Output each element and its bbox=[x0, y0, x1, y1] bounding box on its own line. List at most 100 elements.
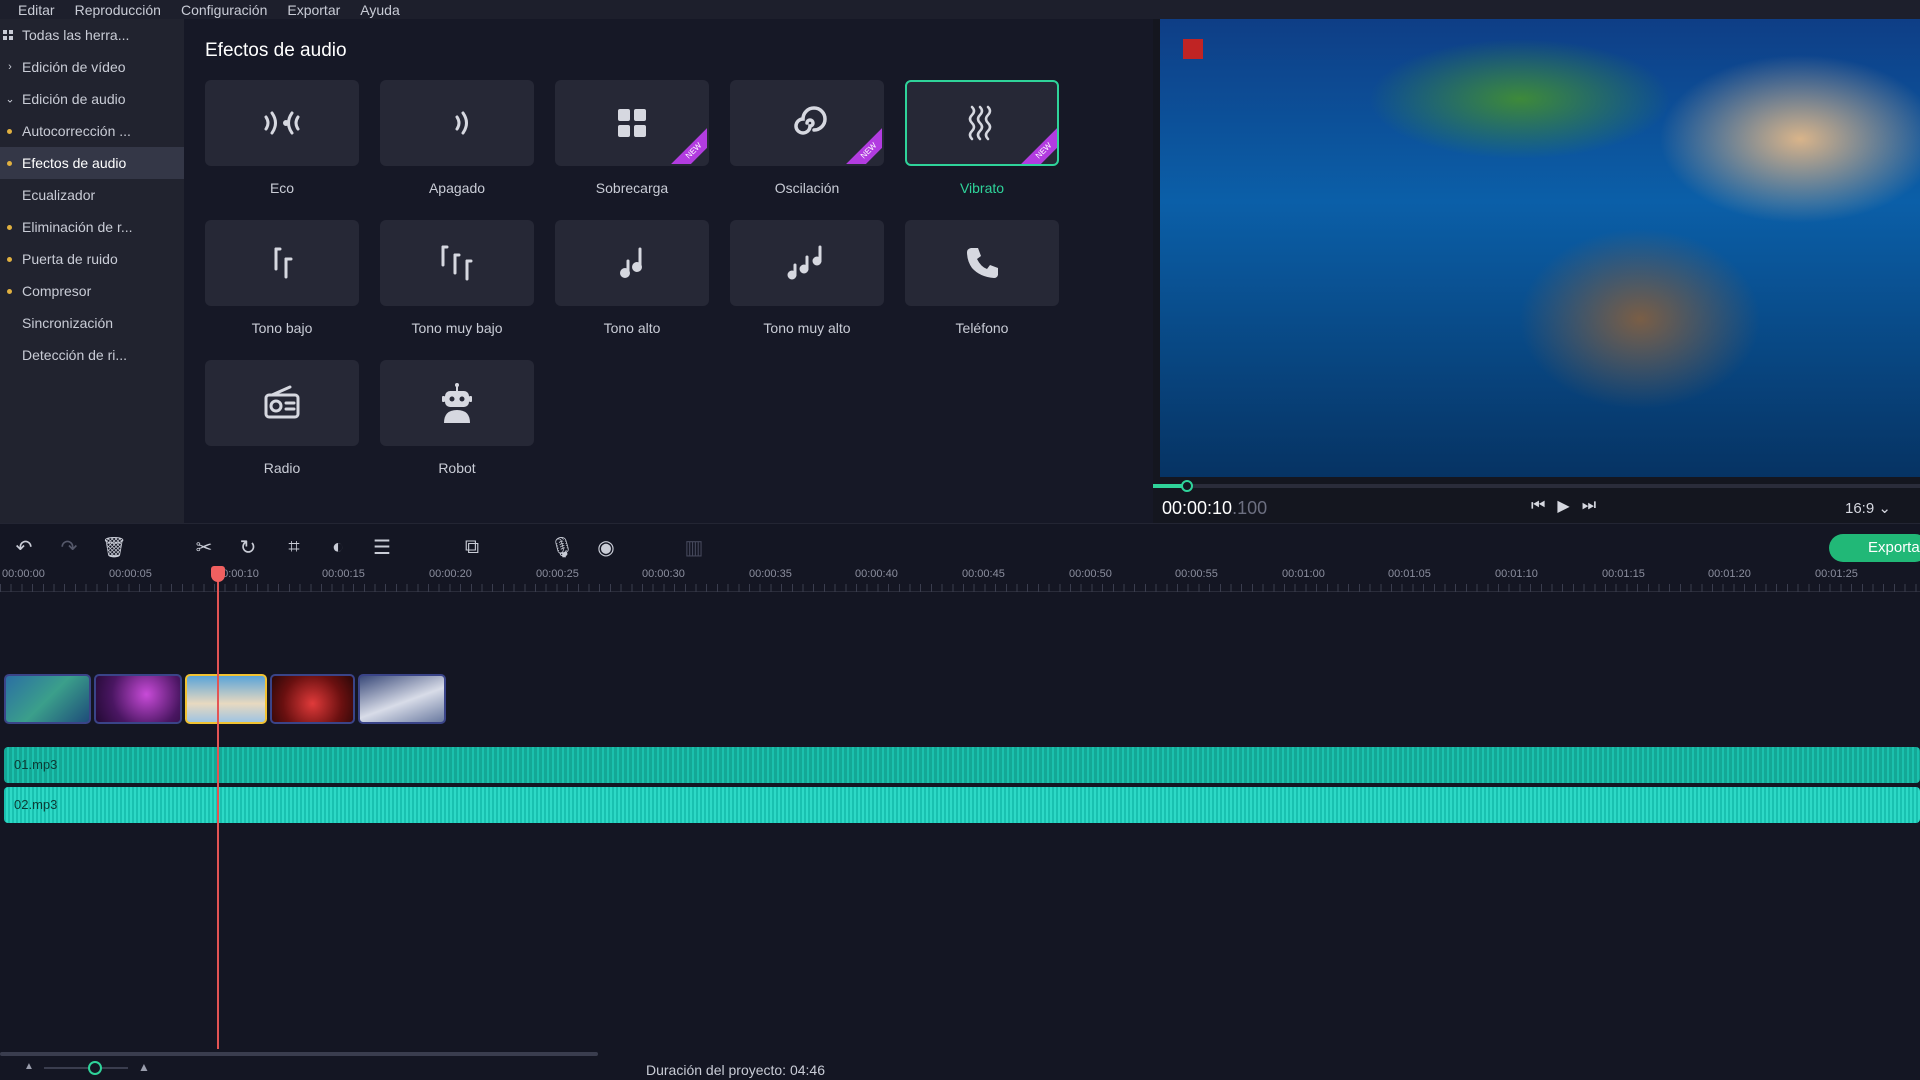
sidebar-item-label: Detección de ri... bbox=[22, 347, 128, 363]
export-button[interactable]: Exportar bbox=[1829, 534, 1920, 562]
grid-icon bbox=[3, 30, 13, 40]
sidebar-item-sync[interactable]: Sincronización bbox=[0, 307, 184, 339]
menu-settings[interactable]: Configuración bbox=[181, 2, 267, 18]
sidebar-item-label: Sincronización bbox=[22, 315, 114, 331]
play-icon[interactable]: ▶ bbox=[1557, 496, 1569, 516]
ruler-label: 00:01:20 bbox=[1708, 568, 1751, 580]
effect-tile-phone[interactable]: Teléfono bbox=[905, 220, 1059, 340]
undo-icon[interactable]: ↶ bbox=[12, 535, 36, 559]
menu-export[interactable]: Exportar bbox=[287, 2, 340, 18]
sidebar-item-label: Eliminación de r... bbox=[22, 219, 133, 235]
sidebar-item-label: Edición de vídeo bbox=[22, 59, 126, 75]
preview-scrubber[interactable] bbox=[1153, 480, 1920, 492]
menu-playback[interactable]: Reproducción bbox=[75, 2, 161, 18]
effect-tile-radio[interactable]: Radio bbox=[205, 360, 359, 480]
sidebar-item-audio-editing[interactable]: ⌄ Edición de audio bbox=[0, 83, 184, 115]
previous-frame-icon[interactable]: ⏮ bbox=[1531, 497, 1545, 515]
sidebar-item-video-editing[interactable]: › Edición de vídeo bbox=[0, 51, 184, 83]
vibrato-icon bbox=[968, 105, 992, 141]
crop-icon[interactable]: ⌗ bbox=[282, 535, 306, 559]
sidebar-item-compressor[interactable]: Compresor bbox=[0, 275, 184, 307]
effect-tile-muffled[interactable]: Apagado bbox=[380, 80, 534, 200]
sidebar-item-all-tools[interactable]: Todas las herra... bbox=[0, 19, 184, 51]
next-frame-icon[interactable]: ⏭ bbox=[1582, 497, 1596, 515]
effect-tile-vibrato[interactable]: NEW Vibrato bbox=[905, 80, 1059, 200]
effect-label: Radio bbox=[263, 460, 301, 476]
sidebar-item-audio-effects[interactable]: Efectos de audio bbox=[0, 147, 184, 179]
effect-tile-very-low-pitch[interactable]: Tono muy bajo bbox=[380, 220, 534, 340]
effect-thumb bbox=[905, 220, 1059, 306]
video-clip[interactable] bbox=[94, 674, 182, 724]
status-bar: ▲ ▲ Duración del proyecto: 04:46 bbox=[0, 1052, 1920, 1080]
rotate-icon[interactable]: ↻ bbox=[236, 535, 260, 559]
effect-tile-low-pitch[interactable]: Tono bajo bbox=[205, 220, 359, 340]
video-clip[interactable] bbox=[358, 674, 446, 724]
project-duration: Duración del proyecto: 04:46 bbox=[646, 1062, 825, 1078]
effect-tile-echo[interactable]: Eco bbox=[205, 80, 359, 200]
video-clip[interactable] bbox=[4, 674, 91, 724]
video-preview[interactable] bbox=[1160, 19, 1920, 477]
overdrive-icon bbox=[618, 109, 646, 137]
ruler-label: 00:00:30 bbox=[642, 568, 685, 580]
effect-label: Tono muy bajo bbox=[411, 320, 503, 336]
color-icon[interactable]: ◐ bbox=[326, 535, 350, 559]
effect-thumb bbox=[380, 220, 534, 306]
overlay-icon[interactable]: ⧉ bbox=[460, 535, 484, 559]
zoom-in-icon[interactable]: ▲ bbox=[138, 1060, 150, 1074]
effect-label: Apagado bbox=[428, 180, 486, 196]
status-dot-icon bbox=[7, 289, 12, 294]
grid-icon[interactable]: ▥ bbox=[682, 535, 706, 559]
effect-tile-overdrive[interactable]: NEW Sobrecarga bbox=[555, 80, 709, 200]
audio-track-name: 02.mp3 bbox=[14, 797, 58, 812]
sidebar-item-noise-gate[interactable]: Puerta de ruido bbox=[0, 243, 184, 275]
sidebar-item-label: Compresor bbox=[22, 283, 92, 299]
effect-tile-oscillation[interactable]: NEW Oscilación bbox=[730, 80, 884, 200]
delete-icon[interactable]: 🗑 bbox=[101, 535, 126, 559]
timeline-toolbar: ↶ ↷ 🗑 ✂ ↻ ⌗ ◐ ☰ ⧉ 🎙 ◉ ▥ Exportar bbox=[0, 523, 1920, 568]
effect-label: Teléfono bbox=[955, 320, 1009, 336]
effect-tile-high-pitch[interactable]: Tono alto bbox=[555, 220, 709, 340]
timecode-ms: .100 bbox=[1232, 498, 1268, 518]
audio-track[interactable]: 02.mp3 bbox=[4, 787, 1920, 823]
ruler-label: 00:00:00 bbox=[2, 568, 45, 580]
ruler-label: 00:00:05 bbox=[109, 568, 152, 580]
ruler-label: 00:00:25 bbox=[536, 568, 579, 580]
menu-bar: Editar Reproducción Configuración Export… bbox=[0, 0, 1920, 19]
sidebar-item-equalizer[interactable]: Ecualizador bbox=[0, 179, 184, 211]
effect-tile-robot[interactable]: Robot bbox=[380, 360, 534, 480]
very-low-pitch-icon bbox=[441, 245, 473, 281]
aspect-ratio-select[interactable]: 16:9 ⌄ bbox=[1845, 499, 1891, 517]
effect-label: Tono bajo bbox=[251, 320, 313, 336]
record-indicator bbox=[1183, 39, 1203, 59]
zoom-out-icon[interactable]: ▲ bbox=[24, 1061, 34, 1072]
mic-icon[interactable]: 🎙 bbox=[549, 535, 574, 559]
effect-tile-very-high-pitch[interactable]: Tono muy alto bbox=[730, 220, 884, 340]
scrubber-handle[interactable] bbox=[1181, 480, 1193, 492]
sidebar-item-beat-detection[interactable]: Detección de ri... bbox=[0, 339, 184, 371]
ruler-label: 00:01:05 bbox=[1388, 568, 1431, 580]
effect-label: Vibrato bbox=[959, 180, 1005, 196]
timeline-scrollbar[interactable] bbox=[0, 1052, 598, 1056]
audio-track[interactable]: 01.mp3 bbox=[4, 747, 1920, 783]
sidebar-item-autocorrection[interactable]: Autocorrección ... bbox=[0, 115, 184, 147]
webcam-icon[interactable]: ◉ bbox=[594, 535, 618, 559]
menu-help[interactable]: Ayuda bbox=[360, 2, 399, 18]
adjust-icon[interactable]: ☰ bbox=[370, 535, 394, 559]
sidebar-item-noise-removal[interactable]: Eliminación de r... bbox=[0, 211, 184, 243]
playhead-handle[interactable] bbox=[211, 566, 225, 582]
menu-edit[interactable]: Editar bbox=[18, 2, 55, 18]
status-dot-icon bbox=[7, 129, 12, 134]
timeline-ruler[interactable]: 00:00:00 00:00:05 00:00:10 00:00:15 00:0… bbox=[0, 568, 1920, 592]
zoom-slider[interactable] bbox=[44, 1067, 128, 1069]
zoom-slider-handle[interactable] bbox=[88, 1061, 102, 1075]
chevron-down-icon: ⌄ bbox=[5, 93, 15, 106]
sidebar-item-label: Efectos de audio bbox=[22, 155, 127, 171]
video-clip[interactable] bbox=[185, 674, 267, 724]
cut-icon[interactable]: ✂ bbox=[192, 535, 216, 559]
playhead[interactable] bbox=[217, 569, 219, 1049]
sidebar-item-label: Todas las herra... bbox=[22, 27, 130, 43]
phone-icon bbox=[967, 248, 998, 278]
video-clip[interactable] bbox=[270, 674, 355, 724]
redo-icon[interactable]: ↷ bbox=[57, 535, 81, 559]
radio-icon bbox=[264, 385, 300, 419]
